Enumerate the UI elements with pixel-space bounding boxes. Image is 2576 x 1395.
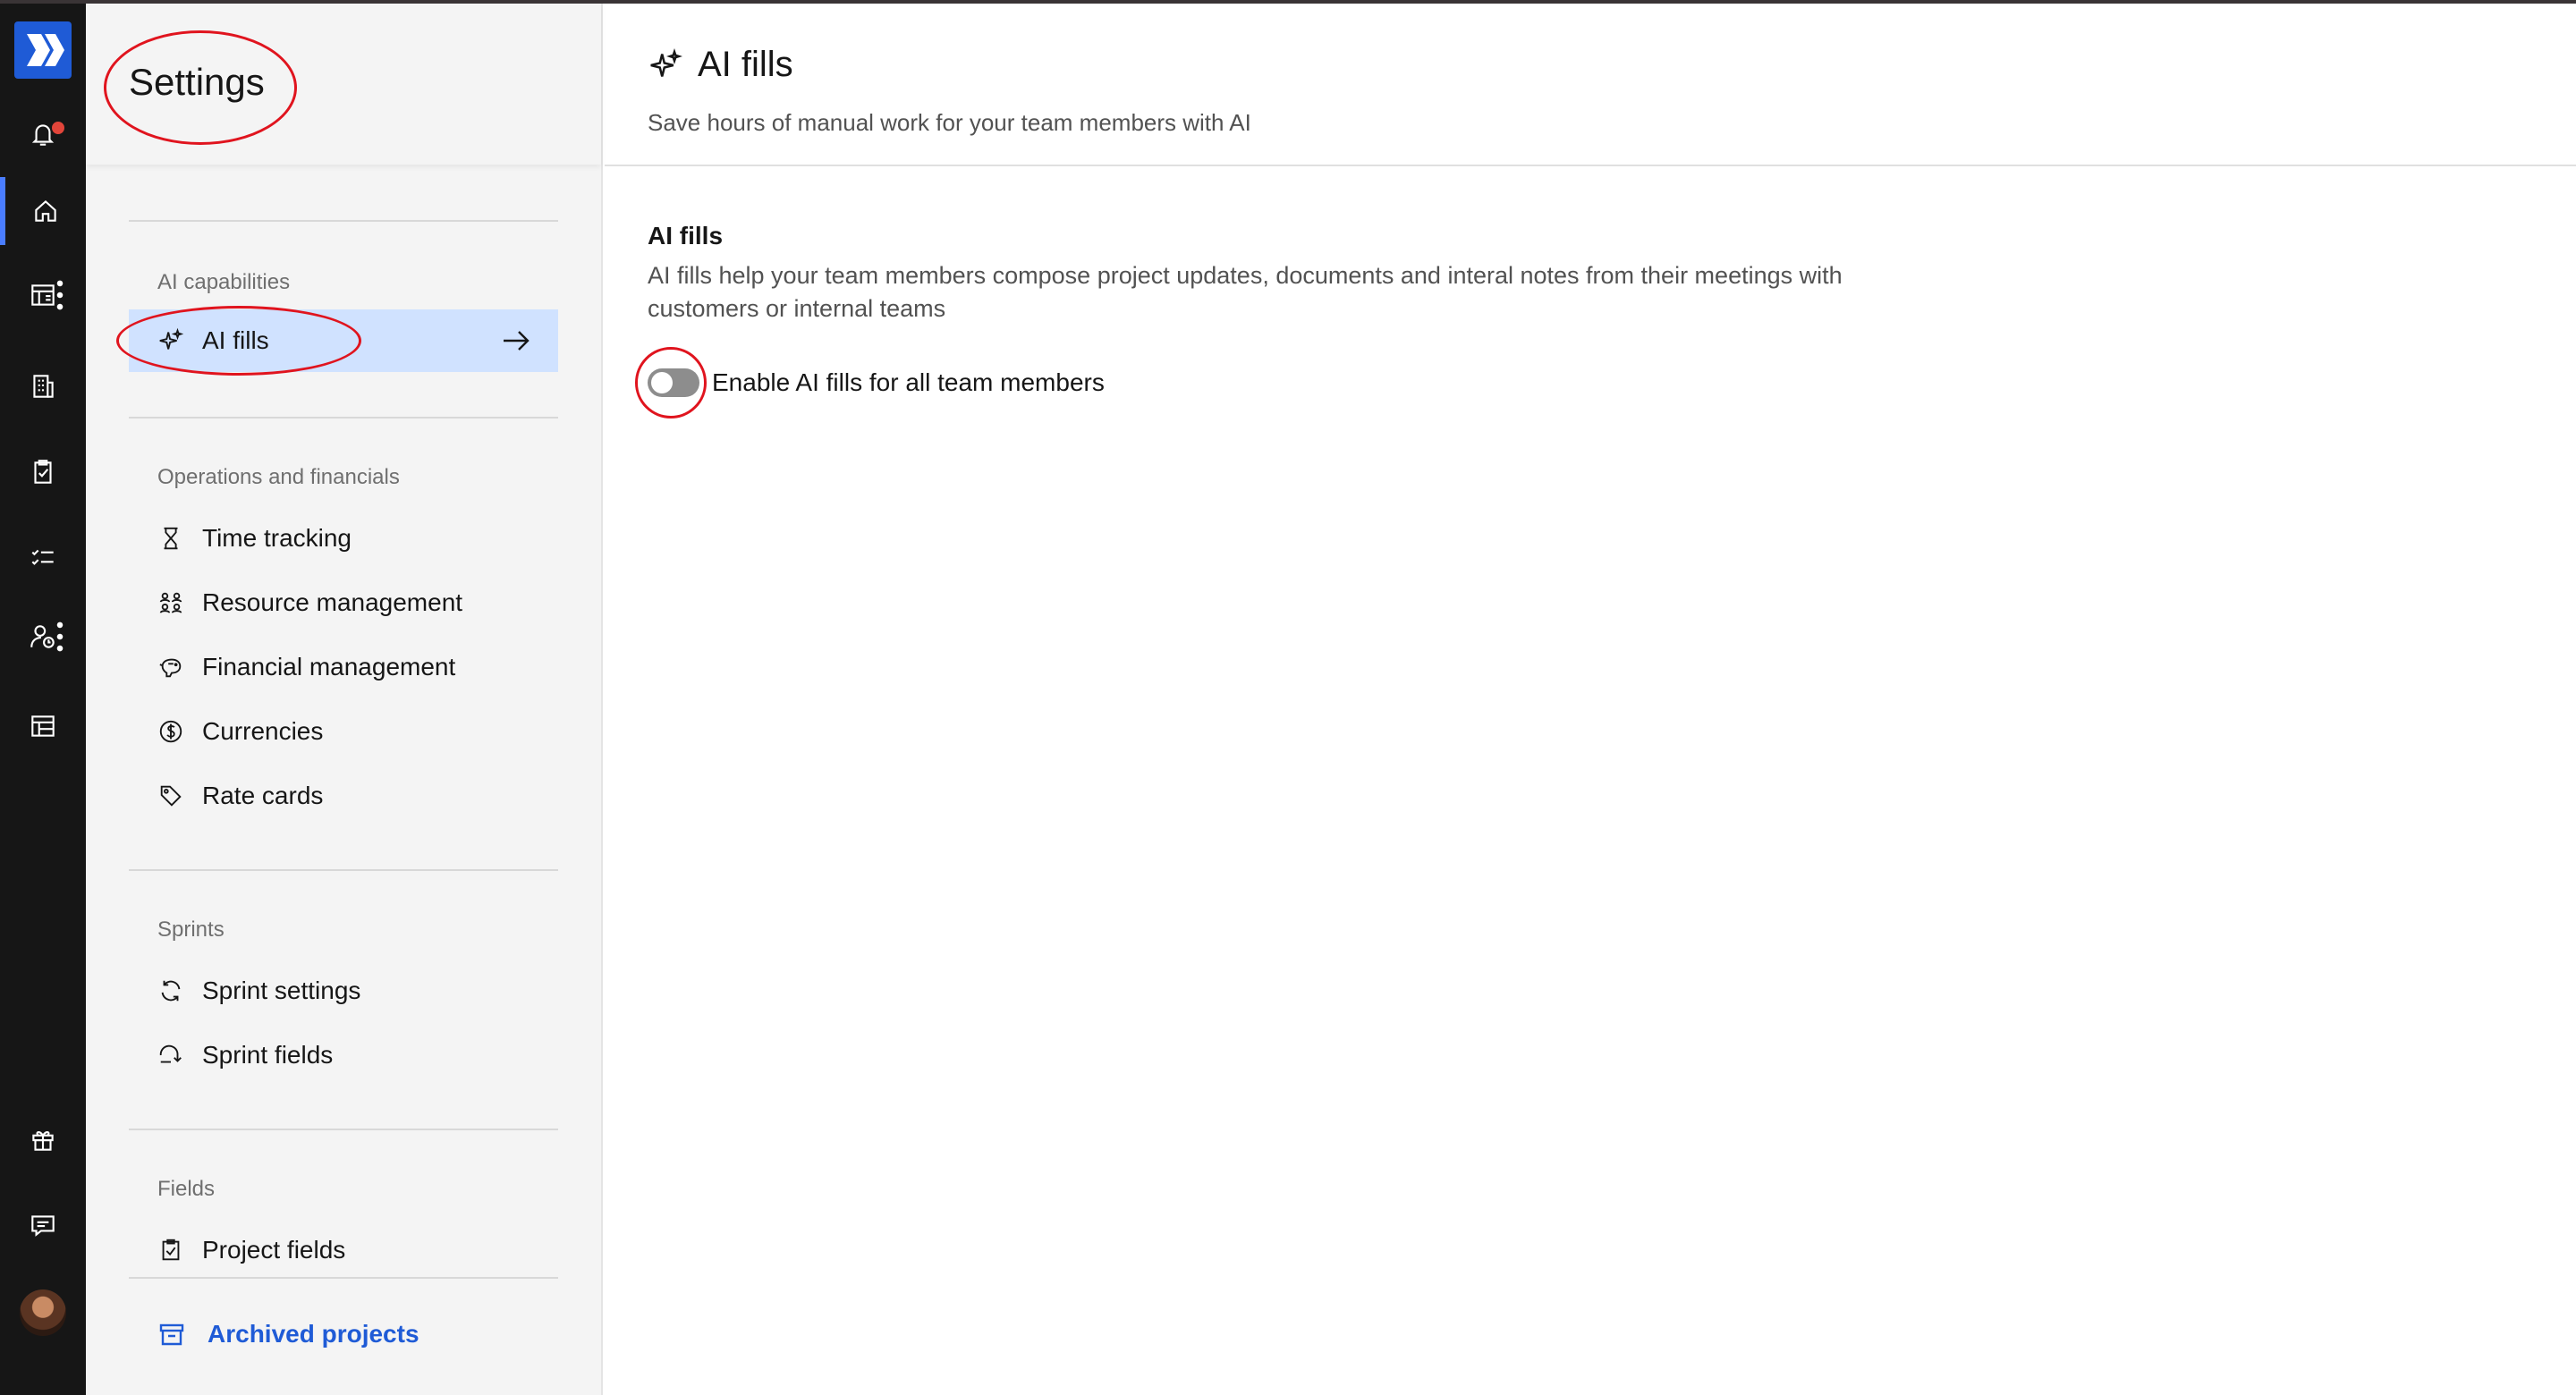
rail-home[interactable] — [0, 177, 86, 245]
content-title-text: AI fills — [698, 45, 793, 84]
rail-projects[interactable] — [0, 438, 86, 506]
divider — [129, 1129, 558, 1130]
sprint-arrow-icon — [159, 1044, 182, 1063]
rail-feedback[interactable] — [0, 1191, 86, 1259]
divider — [129, 417, 558, 418]
hourglass-icon — [164, 527, 178, 550]
piggy-bank-icon — [159, 658, 182, 678]
sidebar-item-label: Resource management — [202, 588, 463, 616]
sidebar-item-currencies[interactable]: Currencies — [129, 700, 558, 763]
chat-icon — [31, 1215, 55, 1237]
divider — [129, 1277, 558, 1279]
sidebar-item-label: Sprint fields — [202, 1041, 334, 1069]
archive-icon — [159, 1323, 184, 1346]
sidebar-item-sprint-settings[interactable]: Sprint settings — [129, 960, 558, 1022]
checklist-icon — [31, 549, 54, 565]
content-header: AI fills Save hours of manual work for y… — [605, 4, 2576, 166]
rail-notifications[interactable] — [0, 100, 86, 168]
home-icon — [35, 199, 56, 222]
sidebar-item-time-tracking[interactable]: Time tracking — [129, 507, 558, 570]
divider — [129, 220, 558, 222]
user-avatar[interactable] — [20, 1289, 66, 1336]
sidebar-item-label: Currencies — [202, 717, 324, 745]
archived-projects-label: Archived projects — [208, 1320, 419, 1348]
annotation-circle — [104, 30, 297, 145]
sidebar-item-label: Time tracking — [202, 524, 352, 552]
section-title: AI fills — [648, 222, 724, 249]
group-label-ai: AI capabilities — [157, 270, 291, 294]
building-icon — [33, 375, 54, 398]
archived-projects-link[interactable]: Archived projects — [157, 1320, 419, 1348]
group-label-sprints: Sprints — [157, 917, 225, 942]
sidebar-item-label: Sprint settings — [202, 976, 361, 1004]
rail-tasks[interactable] — [0, 524, 86, 592]
clipboard-check-icon — [34, 460, 52, 484]
section-description: AI fills help your team members compose … — [648, 262, 1843, 322]
rail-schedule[interactable] — [0, 261, 86, 329]
sidebar-item-sprint-fields[interactable]: Sprint fields — [129, 1024, 558, 1086]
toggle-label[interactable]: Enable AI fills for all team members — [712, 368, 1105, 397]
group-label-operations: Operations and financials — [157, 465, 400, 489]
sidebar-item-label: Financial management — [202, 653, 456, 681]
content-title: AI fills — [648, 45, 793, 85]
app-logo[interactable] — [14, 21, 72, 79]
sidebar-item-financial-management[interactable]: Financial management — [129, 636, 558, 698]
sidebar-item-label: Rate cards — [202, 782, 324, 809]
gift-icon — [32, 1131, 54, 1151]
clipboard-check-icon — [162, 1239, 180, 1261]
content-subtitle: Save hours of manual work for your team … — [648, 109, 1251, 136]
more-vertical-icon[interactable] — [45, 621, 75, 652]
rail-companies[interactable] — [0, 352, 86, 420]
app-rail — [0, 4, 86, 1395]
sidebar-item-rate-cards[interactable]: Rate cards — [129, 765, 558, 827]
rail-resources[interactable] — [0, 603, 86, 671]
settings-sidebar: Settings AI capabilities AI fills Operat… — [86, 4, 603, 1395]
group-label-fields: Fields — [157, 1177, 216, 1201]
annotation-circle — [635, 347, 707, 418]
sidebar-item-label: Project fields — [202, 1236, 346, 1264]
rail-whats-new[interactable] — [0, 1105, 86, 1173]
divider — [129, 869, 558, 871]
rail-templates[interactable] — [0, 692, 86, 760]
annotation-circle — [116, 306, 361, 376]
more-vertical-icon[interactable] — [45, 280, 75, 310]
layout-icon — [31, 715, 55, 737]
sidebar-item-project-fields[interactable]: Project fields — [129, 1219, 558, 1281]
sidebar-item-resource-management[interactable]: Resource management — [129, 571, 558, 634]
dollar-circle-icon — [159, 720, 182, 743]
logo-chevrons-icon — [27, 34, 64, 66]
sprint-cycle-icon — [161, 980, 181, 1002]
notification-dot — [50, 120, 66, 136]
sparkles-icon — [650, 47, 682, 77]
main-content: AI fills Save hours of manual work for y… — [605, 4, 2576, 1395]
arrow-right-icon — [504, 331, 530, 351]
people-icon — [159, 592, 182, 613]
tag-icon — [160, 785, 182, 807]
